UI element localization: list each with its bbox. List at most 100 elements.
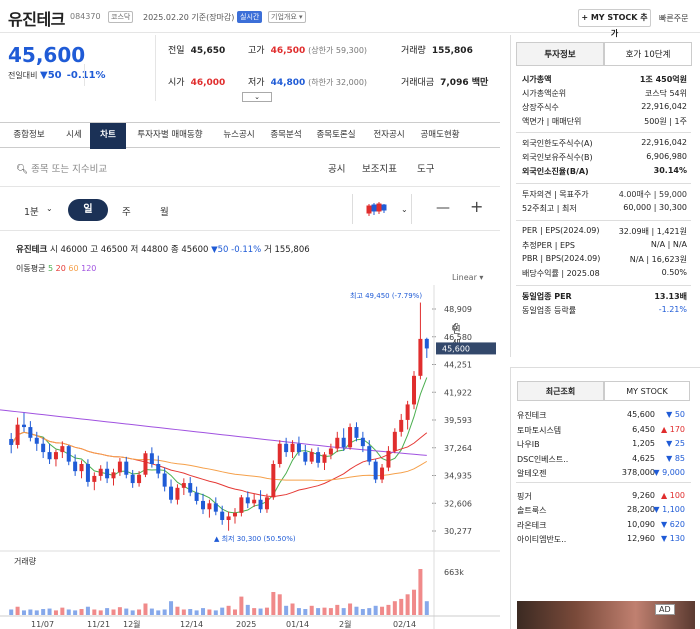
realtime-badge[interactable]: 실시간 — [237, 11, 263, 23]
list-item[interactable]: 토마토시스템 6,450 ▲ 170 — [517, 425, 687, 436]
invest-label: 상장주식수 — [522, 103, 559, 112]
ad-label: AD — [655, 604, 675, 615]
period-month[interactable]: 월 — [160, 204, 169, 218]
zoom-in-icon[interactable]: + — [470, 197, 483, 216]
tab-7[interactable]: 전자공시 — [364, 123, 414, 149]
stock-change: ▼ 1,100 — [653, 505, 685, 514]
tab-mystock[interactable]: MY STOCK — [604, 381, 690, 401]
tab-1[interactable]: 시세 — [58, 123, 90, 149]
tool-disclosure[interactable]: 공시 — [328, 161, 345, 175]
volume-bar — [73, 610, 78, 615]
day-low: 저가 44,800 (하한가 32,000) — [248, 78, 368, 88]
tab-3[interactable]: 투자자별 매매동향 — [126, 123, 214, 149]
tab-5[interactable]: 종목분석 — [264, 123, 308, 149]
invest-label: 동일업종 등락률 — [522, 306, 577, 315]
candle — [9, 438, 14, 445]
list-item[interactable]: 유진테크 45,600 ▼ 50 — [517, 410, 687, 421]
invest-label: PER | EPS(2024.09) — [522, 226, 600, 235]
candle — [85, 464, 90, 482]
stock-change: ▼ 620 — [661, 519, 685, 529]
tab-8[interactable]: 공매도현황 — [414, 123, 466, 149]
zoom-out-icon[interactable]: — — [436, 200, 450, 216]
invest-value: 22,916,042 — [641, 138, 687, 147]
volume-bar — [47, 608, 52, 615]
y-tick-label: 41,922 — [444, 388, 472, 397]
y-tick-label: 44,251 — [444, 361, 472, 370]
quick-order-link[interactable]: 빠른주문 — [659, 13, 688, 24]
add-mystock-button[interactable]: + MY STOCK 추가 — [578, 9, 651, 38]
compare-search[interactable]: 🔍︎ 종목 또는 지수비교 — [16, 161, 107, 175]
x-tick-label: 11/21 — [87, 620, 110, 629]
y-tick-label: 39,593 — [444, 416, 472, 425]
list-item[interactable]: DSC인베스트.. 4,625 ▼ 85 — [517, 454, 687, 465]
volume-bar — [309, 605, 314, 615]
max-label: 최고 49,450 (-7.79%) — [350, 291, 422, 300]
tool-indicators[interactable]: 보조지표 — [362, 161, 397, 175]
x-tick-label: 2025 — [236, 620, 256, 629]
tab-recent[interactable]: 최근조회 — [517, 381, 604, 401]
candle — [399, 419, 404, 432]
list-item[interactable]: 솔트룩스 28,200 ▼ 1,100 — [517, 505, 687, 516]
invest-value: 32.09배 | 1,421원 — [618, 227, 687, 236]
volume-bar — [258, 608, 263, 615]
tab-2[interactable]: 차트 — [90, 123, 126, 149]
candle — [21, 424, 26, 428]
stock-code: 084370 — [70, 12, 101, 21]
volume-bar — [296, 608, 301, 615]
invest-label: 시가총액순위 — [522, 89, 567, 98]
list-item[interactable]: 아이티엠반도.. 12,960 ▼ 130 — [517, 534, 687, 545]
period-week[interactable]: 주 — [122, 204, 131, 218]
volume-bar — [424, 601, 429, 615]
list-item[interactable]: 라온테크 10,090 ▼ 620 — [517, 520, 687, 531]
list-item[interactable]: 나우IB 1,205 ▼ 25 — [517, 439, 687, 450]
candle — [15, 424, 20, 445]
candle — [213, 503, 218, 512]
candle-icon: ⌄ — [366, 202, 408, 216]
candle — [309, 452, 314, 462]
ohlc-summary: 유진테크 시 46000 고 46500 저 44800 종 45600 ▼50… — [16, 245, 310, 255]
tab-invest-info[interactable]: 투자정보 — [516, 42, 604, 66]
price-chart[interactable]: 48,909 46,580 44,251 41,922 39,593 37,264 34,9… — [0, 285, 500, 629]
candle — [348, 427, 353, 448]
stock-name: 나우IB — [517, 440, 540, 449]
divider — [516, 183, 691, 184]
tab-0[interactable]: 종합정보 — [0, 123, 58, 149]
volume-bar — [85, 606, 90, 615]
list-item[interactable]: 핑거 9,260 ▲ 100 — [517, 491, 687, 502]
collapse-toggle[interactable]: ⌄ — [242, 92, 272, 102]
candle — [335, 437, 340, 449]
divider — [0, 186, 500, 187]
stock-change: ▲ 100 — [661, 490, 685, 500]
tab-6[interactable]: 종목토론실 — [308, 123, 364, 149]
volume-bar — [360, 609, 365, 615]
period-day[interactable]: 일 — [68, 199, 108, 221]
tab-orderbook[interactable]: 호가 10단계 — [604, 42, 692, 66]
invest-label: 배당수익률 | 2025.08 — [522, 269, 600, 278]
invest-label: 추정PER | EPS — [522, 241, 575, 250]
candle — [284, 443, 289, 453]
stock-price: 10,090 — [627, 519, 655, 529]
chart-type-select[interactable]: ⌄ — [352, 194, 412, 224]
quote-grid: 전일 45,650 고가 46,500 (상한가 59,300) 거래량 155,80… — [155, 35, 510, 101]
tab-4[interactable]: 뉴스공시 — [214, 123, 264, 149]
invest-value: 1조 450억원 — [639, 75, 687, 84]
invest-row: PBR | BPS(2024.09) N/A | 16,623원 — [522, 254, 687, 264]
volume-label: 거래량 — [14, 556, 37, 566]
y-tick-label: 37,264 — [444, 444, 472, 453]
divider — [0, 230, 500, 231]
chevron-down-icon[interactable]: ⌄ — [46, 204, 53, 213]
volume-bar — [41, 609, 46, 615]
scale-select[interactable]: Linear ▾ — [452, 273, 483, 282]
tool-draw[interactable]: 도구 — [417, 161, 434, 175]
candle — [79, 464, 84, 472]
volume-bar — [316, 608, 321, 615]
volume-bar — [92, 609, 97, 615]
volume-bar — [405, 594, 410, 615]
period-minute[interactable]: 1분 — [24, 204, 39, 218]
company-overview-button[interactable]: 기업개요 ▾ — [268, 11, 306, 23]
candle — [367, 446, 372, 462]
volume-bar — [373, 605, 378, 615]
invest-value: 0.50% — [661, 268, 687, 277]
invest-value: 13.13배 — [654, 292, 687, 301]
list-item[interactable]: 알테오젠 378,000 ▼ 9,000 — [517, 468, 687, 479]
